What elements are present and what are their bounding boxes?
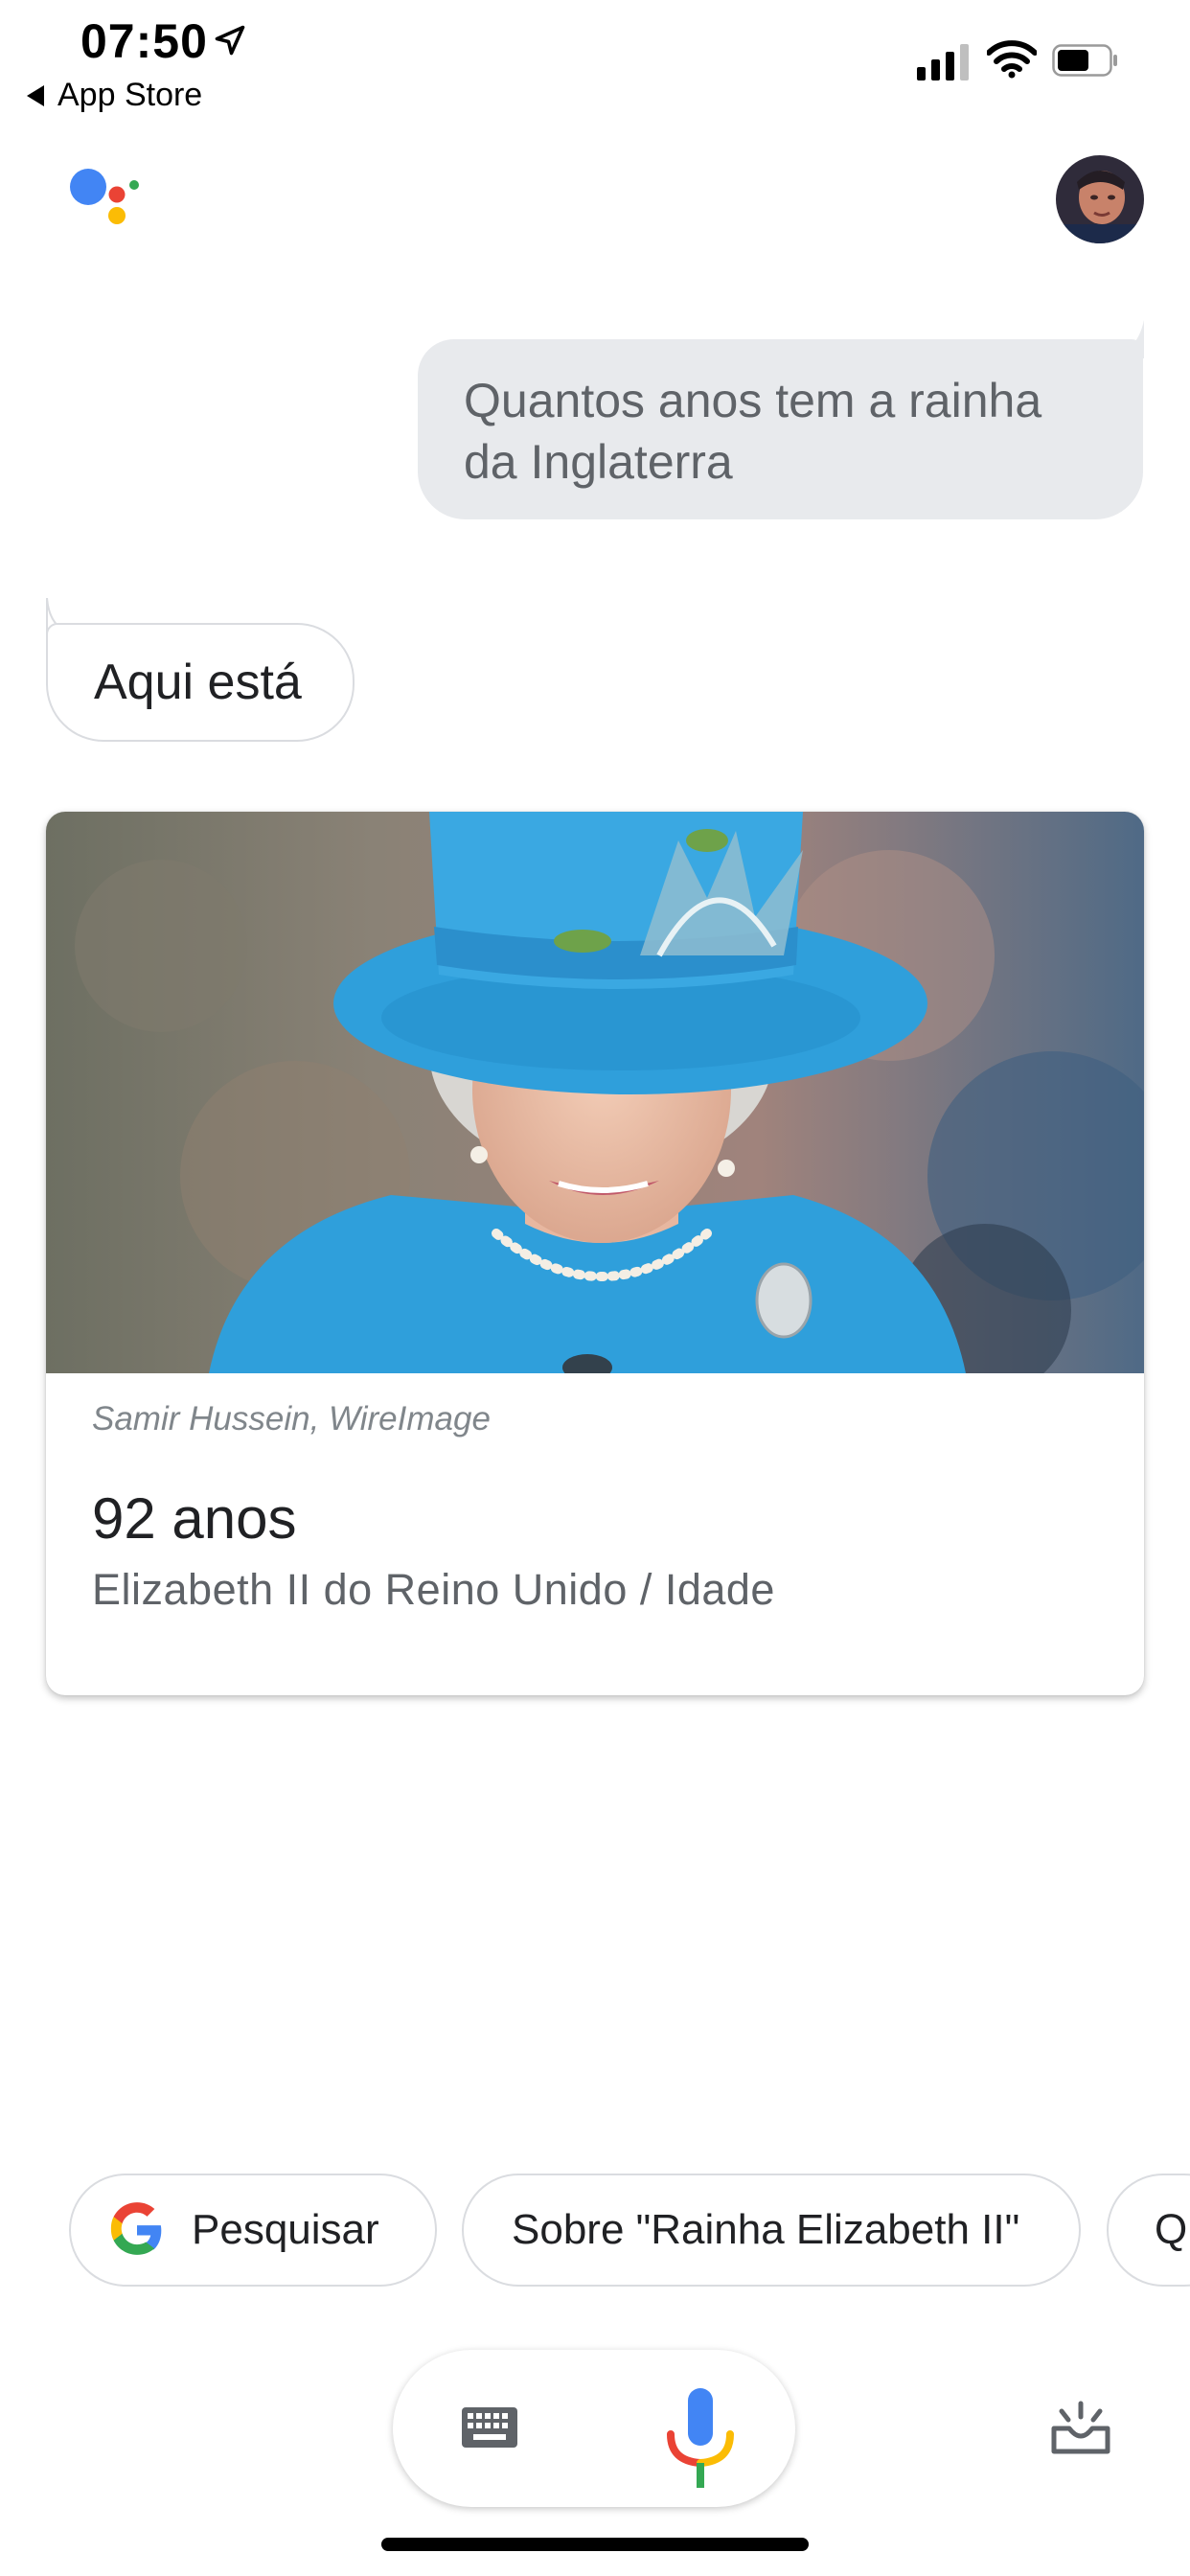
google-g-icon <box>110 2202 162 2255</box>
back-arrow-icon <box>27 84 44 106</box>
suggestion-chip-label: Pesquisar <box>192 2206 379 2253</box>
microphone-icon[interactable] <box>665 2386 736 2490</box>
home-indicator[interactable] <box>381 2538 809 2551</box>
snapshot-sunrise-icon[interactable] <box>1050 2400 1111 2455</box>
answer-subject: Elizabeth II do Reino Unido / Idade <box>92 1565 775 1614</box>
back-to-app-store[interactable]: App Store <box>27 77 202 114</box>
status-time: 07:50 <box>80 14 208 68</box>
suggestion-chip-search[interactable]: Pesquisar <box>69 2174 437 2287</box>
wifi-icon <box>987 40 1037 79</box>
suggestion-chip-more[interactable]: Qu <box>1107 2174 1190 2287</box>
user-avatar[interactable] <box>1056 155 1144 243</box>
answer-card[interactable]: Samir Hussein, WireImage 92 anos Elizabe… <box>46 812 1144 1695</box>
assistant-reply-bubble: Aqui está <box>46 623 355 742</box>
battery-icon <box>1052 44 1117 77</box>
location-arrow-icon <box>215 25 245 56</box>
cellular-signal-icon <box>917 44 969 80</box>
back-app-label: App Store <box>57 77 203 113</box>
user-query-bubble: Quantos anos tem a rainha da Inglaterra <box>418 339 1143 519</box>
suggestion-chip-label: Sobre "Rainha Elizabeth II" <box>512 2206 1020 2253</box>
google-assistant-logo-icon <box>70 169 139 224</box>
queen-elizabeth-photo <box>46 812 1144 1373</box>
suggestion-chip-about[interactable]: Sobre "Rainha Elizabeth II" <box>462 2174 1081 2287</box>
answer-value: 92 anos <box>92 1486 297 1551</box>
suggestion-chip-label: Qu <box>1155 2206 1190 2253</box>
keyboard-icon[interactable] <box>460 2405 519 2450</box>
avatar-photo <box>1056 155 1144 243</box>
image-credit: Samir Hussein, WireImage <box>92 1400 491 1438</box>
